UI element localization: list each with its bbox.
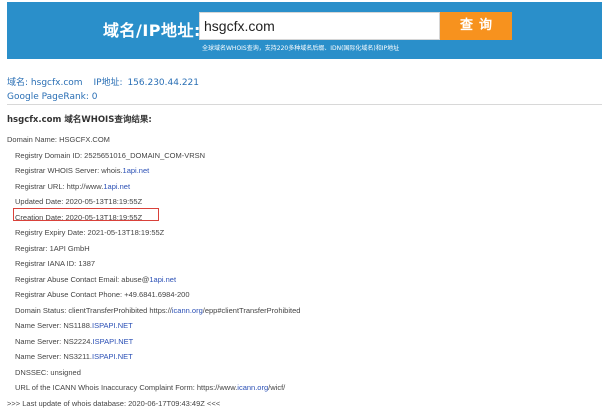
- whois-link[interactable]: ISPAPI.NET: [92, 321, 133, 330]
- whois-line: Creation Date: 2020-05-13T18:19:55Z: [15, 213, 142, 223]
- whois-link[interactable]: ISPAPI.NET: [93, 337, 134, 346]
- whois-line: Registry Expiry Date: 2021-05-13T18:19:5…: [15, 228, 164, 238]
- whois-link[interactable]: 1api.net: [103, 182, 130, 191]
- whois-line: Registry Domain ID: 2525651016_DOMAIN_CO…: [15, 151, 205, 161]
- search-button[interactable]: 查询: [440, 12, 512, 40]
- whois-text: Name Server: NS2224.: [15, 336, 93, 346]
- whois-text: Updated Date: 2020-05-13T18:19:55Z: [15, 197, 143, 206]
- domain-value[interactable]: hsgcfx.com: [31, 78, 83, 88]
- divider: [7, 104, 602, 105]
- whois-link[interactable]: 1api.net: [149, 275, 176, 284]
- search-label: 域名/IP地址:: [103, 21, 201, 40]
- whois-text: Registry Domain ID: 2525651016_DOMAIN_CO…: [15, 150, 206, 160]
- whois-link[interactable]: 1api.net: [123, 166, 150, 175]
- whois-line: Domain Status: clientTransferProhibited …: [15, 306, 300, 316]
- whois-text: Registrar: 1API GmbH: [15, 243, 90, 253]
- whois-text: Registrar Abuse Contact Email: abuse@: [15, 274, 150, 284]
- whois-line: URL of the ICANN Whois Inaccuracy Compla…: [15, 383, 285, 393]
- whois-text: Domain Name: HSGCFX.COM: [7, 135, 110, 144]
- search-hint: 全球域名WHOIS查询，支持220多种域名后缀、IDN(国际化域名)和IP地址: [202, 45, 400, 52]
- whois-line: Registrar Abuse Contact Phone: +49.6841.…: [15, 290, 190, 300]
- whois-text: >>> Last update of whois database: 2020-…: [7, 398, 221, 408]
- whois-text: URL of the ICANN Whois Inaccuracy Compla…: [15, 383, 238, 392]
- whois-text: Registrar Abuse Contact Phone: +49.6841.…: [15, 290, 190, 299]
- ip-value[interactable]: 156.230.44.221: [127, 78, 199, 88]
- whois-line: Registrar URL: http://www.1api.net: [15, 182, 130, 192]
- whois-line: Domain Name: HSGCFX.COM: [7, 135, 110, 145]
- whois-line: Name Server: NS2224.ISPAPI.NET: [15, 337, 133, 347]
- whois-text-suffix: /wicf/: [268, 383, 286, 392]
- whois-text: Registrar IANA ID: 1387: [15, 259, 96, 268]
- whois-text: Name Server: NS3211.: [15, 352, 92, 361]
- whois-line: DNSSEC: unsigned: [15, 368, 81, 378]
- whois-line: >>> Last update of whois database: 2020-…: [7, 399, 220, 409]
- whois-line: Updated Date: 2020-05-13T18:19:55Z: [15, 197, 142, 207]
- whois-line: Registrar Abuse Contact Email: abuse@1ap…: [15, 275, 176, 285]
- whois-text: Creation Date: 2020-05-13T18:19:55Z: [15, 212, 143, 222]
- domain-label: 域名:: [7, 78, 29, 88]
- whois-link[interactable]: icann.org: [237, 383, 268, 392]
- whois-line: Name Server: NS1188.ISPAPI.NET: [15, 321, 133, 331]
- whois-text: Registrar WHOIS Server: whois.: [15, 166, 123, 175]
- whois-link[interactable]: ISPAPI.NET: [92, 352, 133, 361]
- search-header: 域名/IP地址: 查询 全球域名WHOIS查询，支持220多种域名后缀、IDN(…: [7, 2, 602, 59]
- domain-summary: 域名: hsgcfx.com IP地址: 156.230.44.221 Goog…: [7, 76, 199, 104]
- whois-line: Registrar IANA ID: 1387: [15, 259, 95, 269]
- whois-text: Registry Expiry Date: 2021-05-13T18:19:5…: [15, 228, 165, 237]
- ip-label: IP地址:: [93, 78, 123, 88]
- whois-text: Domain Status: clientTransferProhibited …: [15, 305, 172, 315]
- whois-line: Registrar: 1API GmbH: [15, 244, 90, 254]
- whois-text-suffix: /epp#clientTransferProhibited: [202, 305, 301, 315]
- whois-text: Name Server: NS1188.: [15, 321, 92, 330]
- whois-line: Name Server: NS3211.ISPAPI.NET: [15, 352, 133, 362]
- result-title: hsgcfx.com 域名WHOIS查询结果:: [7, 115, 152, 125]
- search-input[interactable]: [199, 12, 440, 40]
- whois-text: DNSSEC: unsigned: [15, 367, 81, 377]
- whois-text: Registrar URL: http://www.: [15, 181, 104, 191]
- whois-line: Registrar WHOIS Server: whois.1api.net: [15, 166, 149, 176]
- whois-link[interactable]: icann.org: [172, 306, 203, 315]
- pagerank: Google PageRank: 0: [7, 92, 98, 102]
